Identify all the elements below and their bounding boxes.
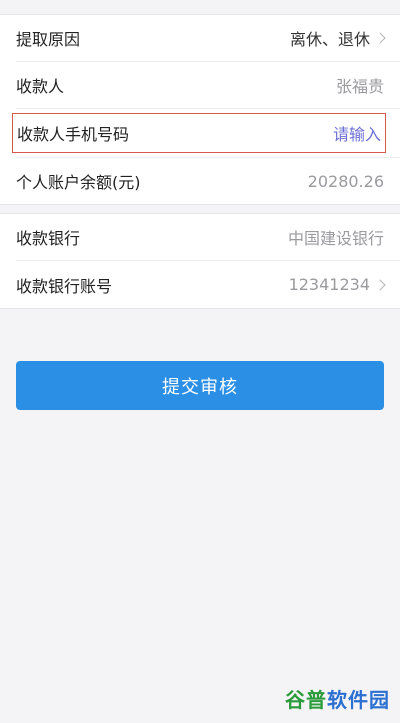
submit-review-button[interactable]: 提交审核	[16, 361, 384, 410]
row-withdraw-reason[interactable]: 提取原因 离休、退休	[16, 15, 400, 62]
form-group-bank: 收款银行 中国建设银行 收款银行账号 12341234	[0, 213, 400, 309]
withdraw-reason-label: 提取原因	[16, 30, 81, 49]
row-payee-bank: 收款银行 中国建设银行	[16, 214, 400, 261]
row-payee-phone[interactable]: 收款人手机号码 请输入	[12, 113, 386, 153]
row-payee: 收款人 张福贵	[16, 62, 400, 109]
form-group-withdrawal: 提取原因 离休、退休 收款人 张福贵 收款人手机号码 请输入 个人账户余额(元)…	[0, 14, 400, 205]
payee-label: 收款人	[16, 77, 65, 96]
chevron-right-icon	[374, 278, 386, 291]
payee-phone-input[interactable]: 请输入	[333, 121, 381, 145]
payee-phone-label: 收款人手机号码	[17, 125, 130, 144]
chevron-right-icon	[374, 32, 386, 44]
row-bank-account[interactable]: 收款银行账号 12341234	[16, 261, 400, 308]
bank-account-label: 收款银行账号	[16, 276, 113, 296]
payee-bank-value: 中国建设银行	[287, 229, 384, 248]
watermark-logo: 谷普软件园	[285, 688, 390, 712]
withdraw-reason-value[interactable]: 离休、退休	[290, 26, 386, 50]
row-account-balance: 个人账户余额(元) 20280.26	[16, 157, 400, 204]
account-balance-value: 20280.26	[307, 171, 384, 191]
account-balance-label: 个人账户余额(元)	[16, 173, 141, 192]
payee-bank-label: 收款银行	[16, 229, 81, 248]
payee-value: 张福贵	[335, 77, 384, 96]
bank-account-value[interactable]: 12341234	[289, 275, 386, 294]
